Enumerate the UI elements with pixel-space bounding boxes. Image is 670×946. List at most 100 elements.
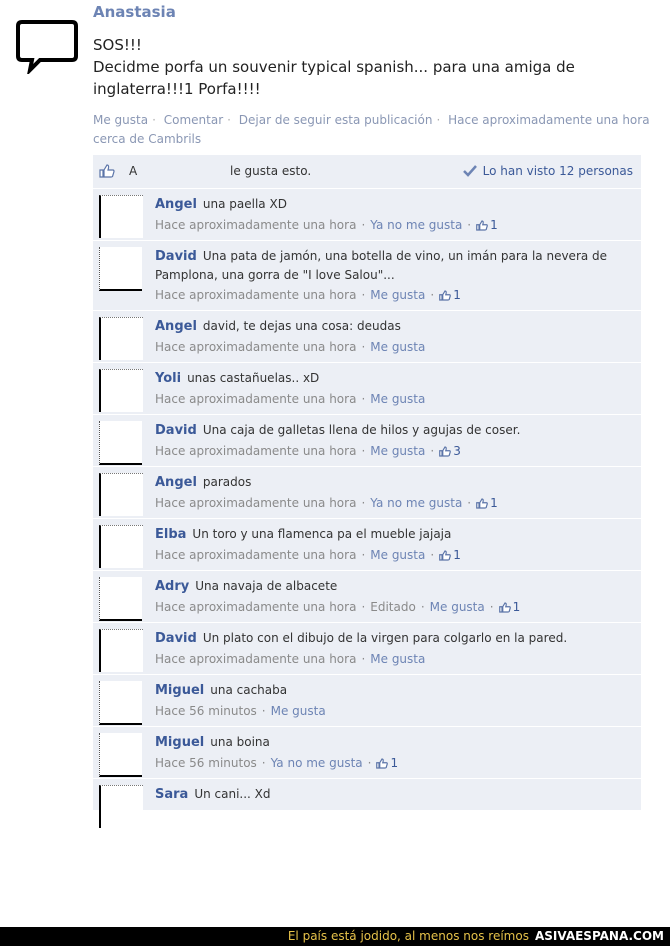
avatar[interactable] xyxy=(99,317,143,360)
comment-like-link[interactable]: Me gusta xyxy=(370,340,425,354)
commenter-name[interactable]: Yoli xyxy=(155,371,181,386)
comment-time[interactable]: Hace aproximadamente una hora xyxy=(155,548,356,562)
comment-item: Adry Una navaja de albacete Hace aproximad… xyxy=(93,571,641,623)
comment-like-count[interactable]: 1 xyxy=(476,218,498,232)
comment-item: Angel una paella XD Hace aproximadamente u… xyxy=(93,189,641,241)
avatar[interactable] xyxy=(99,247,142,291)
comment-time[interactable]: Hace aproximadamente una hora xyxy=(155,218,356,232)
comment-meta: Hace 56 minutos · Ya no me gusta · 1 xyxy=(155,756,399,770)
comment-like-link[interactable]: Me gusta xyxy=(370,392,425,406)
comment-like-count[interactable]: 1 xyxy=(439,548,461,562)
like-count-value: 1 xyxy=(390,756,399,770)
comment-thread: A le gusta esto. Lo han visto 12 persona… xyxy=(93,155,641,946)
comment-meta: Hace 56 minutos · Me gusta xyxy=(155,704,326,718)
edited-label[interactable]: Editado xyxy=(370,600,416,614)
comment-meta: Hace aproximadamente una hora · Ya no me g… xyxy=(155,218,498,232)
comment-like-link[interactable]: Me gusta xyxy=(370,444,425,458)
comment-item: Angel david, te dejas una cosa: deudas Hac… xyxy=(93,311,641,363)
comment-link[interactable]: Comentar xyxy=(164,113,223,127)
comment-like-count[interactable]: 1 xyxy=(376,756,398,770)
comment-time[interactable]: Hace aproximadamente una hora xyxy=(155,444,356,458)
thumbs-up-icon xyxy=(376,756,390,770)
avatar[interactable] xyxy=(99,473,143,516)
comment-text: Una navaja de albacete xyxy=(195,579,338,593)
commenter-name[interactable]: David xyxy=(155,631,197,646)
comment-text: Un toro y una flamenca pa el mueble jaja… xyxy=(192,527,452,541)
comment-time[interactable]: Hace aproximadamente una hora xyxy=(155,652,356,666)
comment-item: David Una caja de galletas llena de hilos… xyxy=(93,415,641,467)
comment-list: Angel una paella XD Hace aproximadamente u… xyxy=(93,189,641,828)
thumbs-up-icon xyxy=(476,496,490,510)
comment-text: una cachaba xyxy=(210,683,288,697)
comment-like-link[interactable]: Me gusta xyxy=(370,652,425,666)
avatar[interactable] xyxy=(99,577,142,621)
comment-time[interactable]: Hace 56 minutos xyxy=(155,756,257,770)
comment-item: Sara Un cani... Xd xyxy=(93,779,641,828)
comment-text: una paella XD xyxy=(202,197,287,211)
unfollow-link[interactable]: Dejar de seguir esta publicación xyxy=(239,113,433,127)
commenter-name[interactable]: David xyxy=(155,423,197,438)
comment-item: Yoli unas castañuelas.. xD Hace aproximada… xyxy=(93,363,641,415)
comment-time[interactable]: Hace aproximadamente una hora xyxy=(155,496,356,510)
comment-text: Una pata de jamón, una botella de vino, … xyxy=(155,249,608,282)
thumbs-up-icon xyxy=(498,600,513,614)
avatar[interactable] xyxy=(99,629,143,672)
comment-like-link[interactable]: Me gusta xyxy=(370,288,425,302)
comment-like-count[interactable]: 1 xyxy=(439,288,461,302)
likes-name[interactable]: A xyxy=(129,164,137,178)
comment-text: unas castañuelas.. xD xyxy=(187,371,320,385)
comment-like-link[interactable]: Ya no me gusta xyxy=(370,218,462,232)
comment-text: Un plato con el dibujo de la virgen para… xyxy=(202,631,568,645)
like-count-value: 1 xyxy=(512,600,521,614)
comment-like-link[interactable]: Ya no me gusta xyxy=(271,756,363,770)
comment-meta: Hace aproximadamente una hora · Me gusta xyxy=(155,340,426,354)
comment-item: Miguel una cachaba Hace 56 minutos · Me gust… xyxy=(93,675,641,727)
like-link[interactable]: Me gusta xyxy=(93,113,148,127)
comment-like-link[interactable]: Ya no me gusta xyxy=(370,496,462,510)
speech-bubble-icon xyxy=(16,18,78,77)
avatar[interactable] xyxy=(99,421,142,465)
comment-text: una boina xyxy=(210,735,270,749)
commenter-name[interactable]: Miguel xyxy=(155,735,204,750)
commenter-name[interactable]: Elba xyxy=(155,527,186,542)
commenter-name[interactable]: David xyxy=(155,249,197,264)
checkmark-icon xyxy=(462,165,477,177)
avatar[interactable] xyxy=(99,525,143,568)
commenter-name[interactable]: Angel xyxy=(155,319,197,334)
post-text: SOS!!! Decidme porfa un souvenir typical… xyxy=(93,36,575,98)
comment-meta: Hace aproximadamente una hora · Me gusta xyxy=(155,652,426,666)
comment-time[interactable]: Hace aproximadamente una hora xyxy=(155,392,356,406)
commenter-name[interactable]: Miguel xyxy=(155,683,204,698)
comment-like-link[interactable]: Me gusta xyxy=(430,600,485,614)
post-actions: Me gusta · Comentar · Dejar de seguir esta… xyxy=(93,113,650,146)
comment-time[interactable]: Hace aproximadamente una hora xyxy=(155,288,356,302)
comment-item: Elba Un toro y una flamenca pa el mueble … xyxy=(93,519,641,571)
avatar[interactable] xyxy=(99,681,142,725)
commenter-name[interactable]: Angel xyxy=(155,197,197,212)
comment-meta: Hace aproximadamente una hora · Ya no me g… xyxy=(155,496,498,510)
comment-time[interactable]: Hace aproximadamente una hora xyxy=(155,340,356,354)
post-author[interactable]: Anastasia xyxy=(93,3,176,21)
avatar[interactable] xyxy=(99,195,143,238)
avatar[interactable] xyxy=(99,369,143,412)
comment-time[interactable]: Hace aproximadamente una hora xyxy=(155,600,356,614)
comment-text: david, te dejas una cosa: deudas xyxy=(202,319,401,333)
avatar[interactable] xyxy=(99,733,142,777)
comment-like-count[interactable]: 3 xyxy=(439,444,461,458)
like-count-value: 1 xyxy=(490,218,498,232)
commenter-name[interactable]: Sara xyxy=(155,787,188,802)
comment-like-count[interactable]: 1 xyxy=(476,496,498,510)
like-count-value: 1 xyxy=(490,496,498,510)
comment-like-link[interactable]: Me gusta xyxy=(271,704,326,718)
comment-like-count[interactable]: 1 xyxy=(498,600,521,614)
comment-meta: Hace aproximadamente una hora · Editado · Me… xyxy=(155,600,521,614)
comment-like-link[interactable]: Me gusta xyxy=(370,548,425,562)
comment-item: David Una pata de jamón, una botella de v… xyxy=(93,241,641,311)
like-count-value: 3 xyxy=(453,444,461,458)
commenter-name[interactable]: Angel xyxy=(155,475,197,490)
avatar[interactable] xyxy=(99,785,143,828)
comment-time[interactable]: Hace 56 minutos xyxy=(155,704,257,718)
commenter-name[interactable]: Adry xyxy=(155,579,189,594)
comment-meta: Hace aproximadamente una hora · Me gusta · 1 xyxy=(155,288,461,302)
comment-text: Un cani... Xd xyxy=(194,787,271,801)
